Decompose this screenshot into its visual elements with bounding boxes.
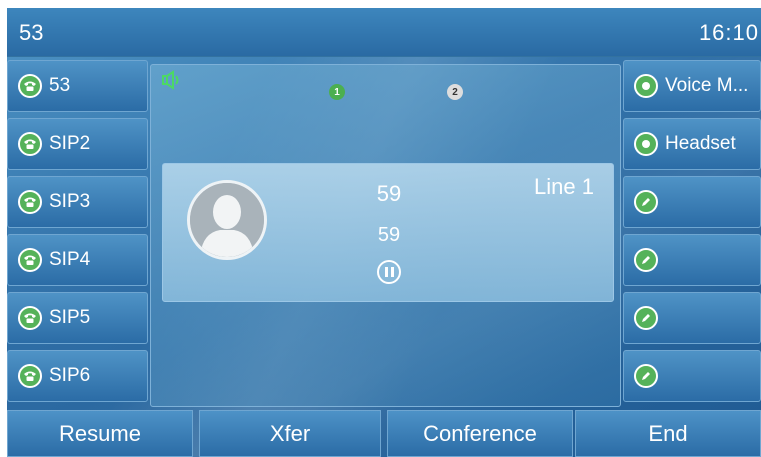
dss-key-3[interactable] xyxy=(623,176,761,228)
phone-icon xyxy=(18,74,42,98)
line-key-label: SIP6 xyxy=(49,365,91,386)
line-key-3[interactable]: SIP3 xyxy=(7,176,148,228)
status-dot-icon xyxy=(634,74,658,98)
caller-number: 59 xyxy=(377,224,401,246)
phone-icon xyxy=(18,364,42,388)
status-bar: 53 16:10 xyxy=(7,8,761,57)
call-indicator-2[interactable]: 2 xyxy=(447,84,463,100)
status-dot-icon xyxy=(634,132,658,156)
clock: 16:10 xyxy=(698,20,759,45)
speaker-icon xyxy=(161,70,183,95)
call-indicator-1[interactable]: 1 xyxy=(329,84,345,100)
account-label: 53 xyxy=(19,20,44,45)
phone-icon xyxy=(18,190,42,214)
line-key-label: SIP3 xyxy=(49,191,91,212)
active-call-card[interactable]: 59 59 Line 1 xyxy=(162,163,614,302)
line-label: Line 1 xyxy=(534,174,594,199)
edit-icon xyxy=(634,306,658,330)
conference-button[interactable]: Conference xyxy=(387,410,573,457)
line-key-2[interactable]: SIP2 xyxy=(7,118,148,170)
call-area: 1 2 59 59 Line 1 xyxy=(150,64,621,407)
phone-icon xyxy=(18,132,42,156)
dss-key-5[interactable] xyxy=(623,292,761,344)
edit-icon xyxy=(634,248,658,272)
dss-key-label: Headset xyxy=(665,133,736,154)
phone-icon xyxy=(18,306,42,330)
phone-screen: 53 16:10 53 SIP2 SIP3 SIP4 SIP5 SIP6 Voi… xyxy=(7,8,761,457)
edit-icon xyxy=(634,190,658,214)
line-key-4[interactable]: SIP4 xyxy=(7,234,148,286)
line-key-label: SIP5 xyxy=(49,307,91,328)
line-key-label: SIP4 xyxy=(49,249,91,270)
line-key-label: 53 xyxy=(49,75,71,96)
line-key-1[interactable]: 53 xyxy=(7,60,148,112)
phone-icon xyxy=(18,248,42,272)
xfer-button[interactable]: Xfer xyxy=(199,410,381,457)
end-button[interactable]: End xyxy=(575,410,761,457)
dss-key-4[interactable] xyxy=(623,234,761,286)
dss-key-label: Voice M... xyxy=(665,75,749,96)
line-key-6[interactable]: SIP6 xyxy=(7,350,148,402)
line-key-5[interactable]: SIP5 xyxy=(7,292,148,344)
resume-button[interactable]: Resume xyxy=(7,410,193,457)
edit-icon xyxy=(634,364,658,388)
line-key-label: SIP2 xyxy=(49,133,91,154)
dss-key-headset[interactable]: Headset xyxy=(623,118,761,170)
dss-key-6[interactable] xyxy=(623,350,761,402)
dss-key-voicemail[interactable]: Voice M... xyxy=(623,60,761,112)
hold-icon xyxy=(377,260,401,284)
